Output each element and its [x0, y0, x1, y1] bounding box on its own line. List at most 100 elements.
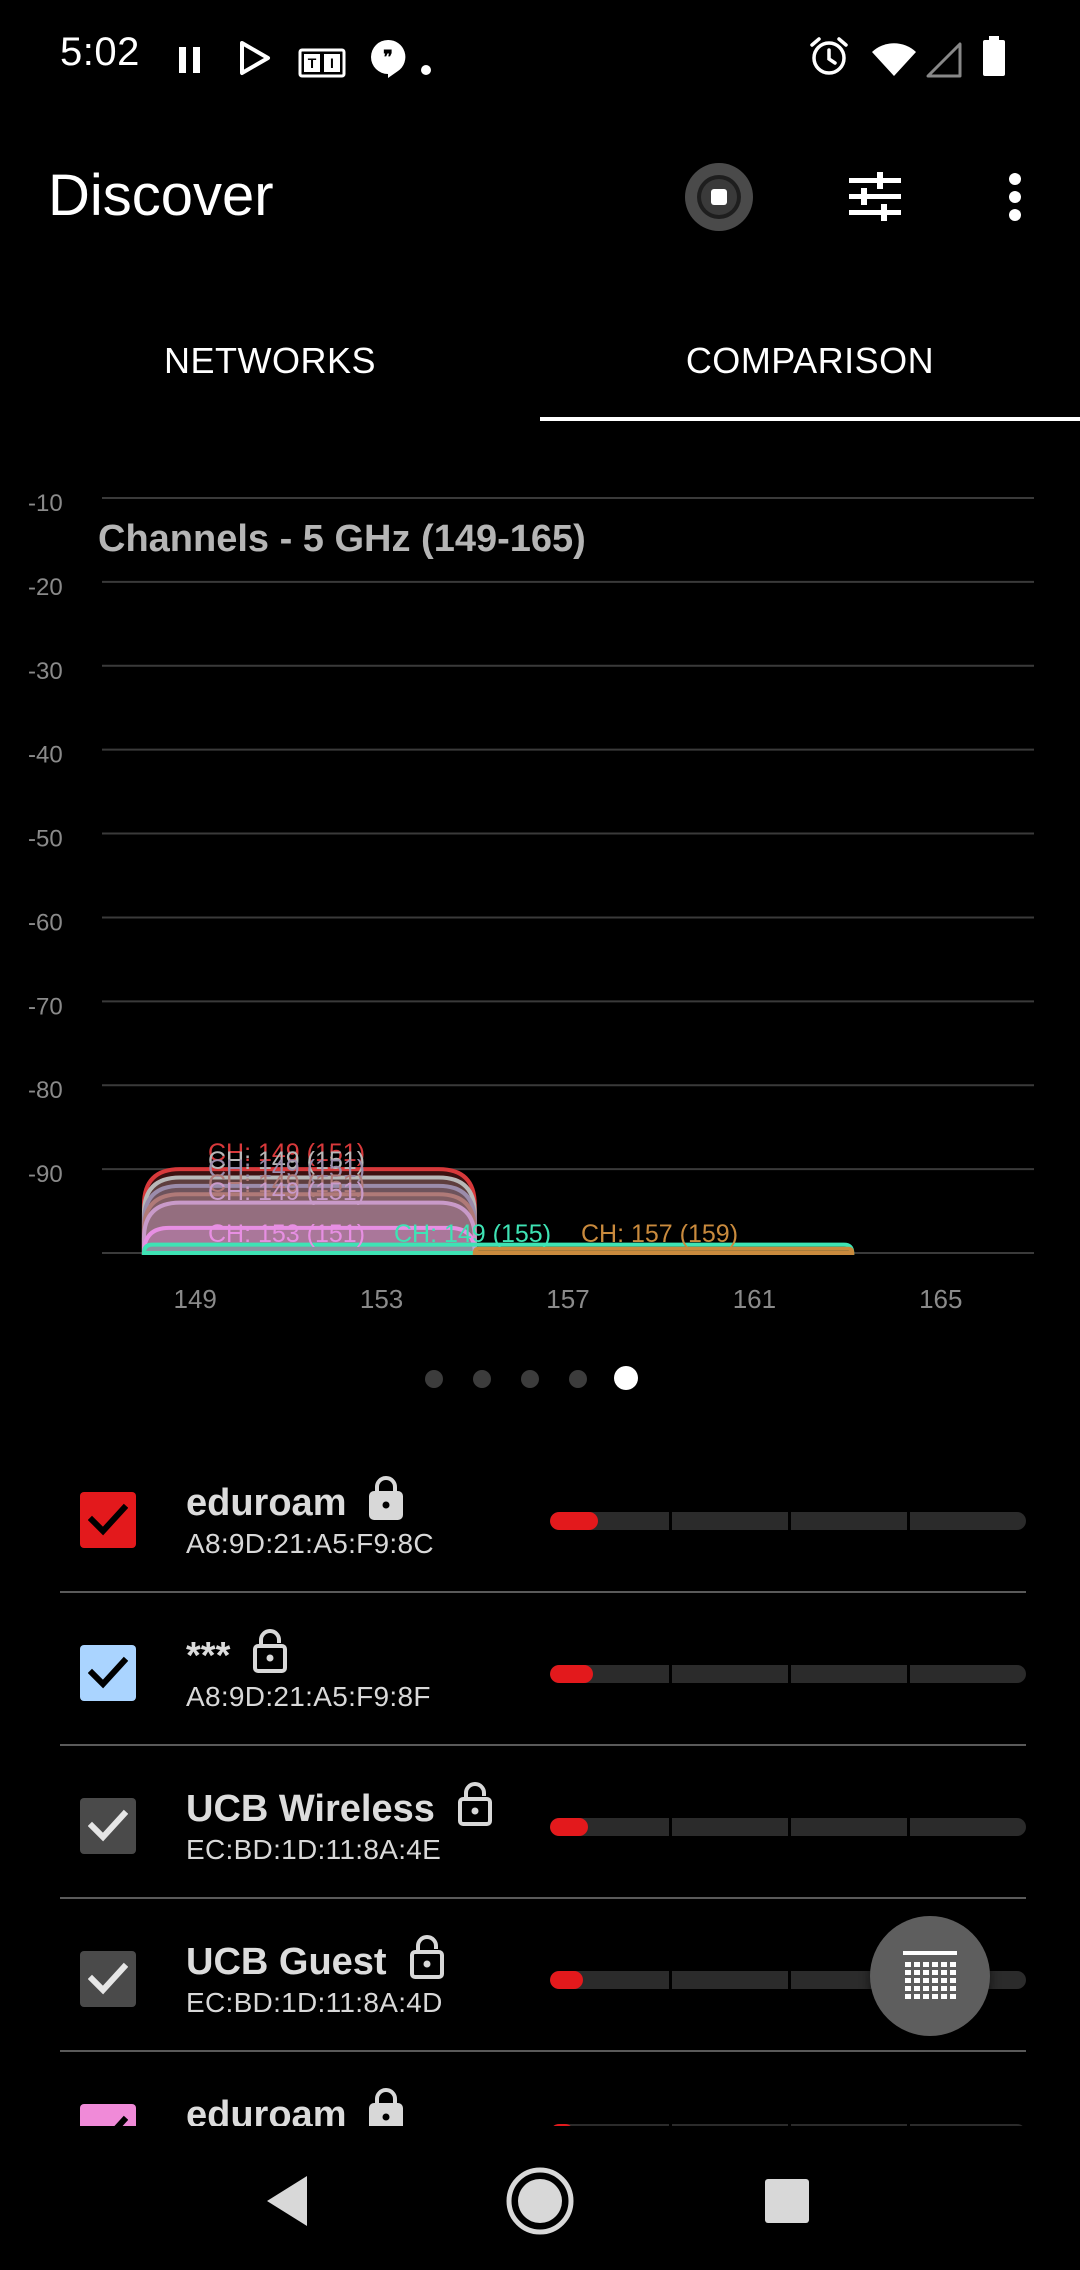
network-row[interactable]: eduroam A8:9D:21:A5:F9:8C	[60, 1440, 1026, 1593]
signal-segment-divider	[669, 1818, 672, 1836]
ssid-text: eduroam	[186, 1481, 347, 1524]
ssid-text: ***	[186, 1634, 231, 1677]
page-dot[interactable]	[473, 1370, 491, 1388]
y-tick-label: -40	[28, 742, 63, 769]
signal-segment-divider	[907, 1818, 910, 1836]
x-tick-label: 149	[174, 1284, 217, 1314]
back-button[interactable]	[242, 2156, 332, 2246]
lock-icon	[368, 2088, 404, 2126]
page-title: Discover	[48, 163, 274, 228]
network-bssid: A8:9D:21:A5:F9:8C	[186, 1528, 434, 1559]
recents-button[interactable]	[742, 2156, 832, 2246]
network-checkbox[interactable]	[80, 1951, 136, 2007]
page-dot[interactable]	[521, 1370, 539, 1388]
page-dot[interactable]	[569, 1370, 587, 1388]
tab-comparison[interactable]: COMPARISON	[540, 300, 1080, 422]
grid-cell	[914, 1962, 920, 1967]
network-bssid: EC:BD:1D:11:8A:4E	[186, 1834, 442, 1865]
alarm-icon	[810, 37, 848, 75]
signal-strength-bar	[550, 1818, 1026, 1836]
grid-cell	[923, 1978, 929, 1983]
x-tick-label: 161	[733, 1284, 776, 1314]
grid-cell	[914, 1986, 920, 1991]
channel-chart-svg: -10 -20 -30 -40 -50 -60 -70 -80 -90 149 153 157 161 1…	[28, 490, 1034, 1314]
lock-open-icon	[252, 1629, 288, 1683]
grid-cell	[905, 1970, 911, 1975]
channel-series-label: CH: 153 (151)	[208, 1220, 365, 1248]
signal-segment-divider	[669, 1512, 672, 1530]
grid-cell	[905, 1994, 911, 1999]
filter-button[interactable]	[830, 152, 920, 242]
notification-dot-icon	[421, 65, 431, 75]
ssid-text: UCB Wireless	[186, 1787, 435, 1830]
channel-grid-icon	[903, 1951, 957, 1999]
network-checkbox[interactable]	[80, 1492, 136, 1548]
network-checkbox[interactable]	[80, 1645, 136, 1701]
news-icon: TI	[298, 48, 346, 78]
x-tick-label: 153	[360, 1284, 403, 1314]
filter-sliders-icon	[849, 172, 901, 221]
signal-segment-divider	[669, 1665, 672, 1683]
signal-segment-divider	[788, 1971, 791, 1989]
lock-open-icon	[409, 1935, 445, 1989]
grid-cell	[914, 1994, 920, 1999]
app-bar: Discover	[0, 130, 1080, 260]
channel-series-shape	[472, 1246, 855, 1255]
network-ssid: eduroam	[186, 2088, 404, 2126]
signal-strength-fill	[550, 1665, 593, 1683]
grid-cell	[950, 1970, 956, 1975]
y-tick-label: -70	[28, 993, 63, 1020]
signal-strength-fill	[550, 1971, 584, 1989]
y-tick-label: -20	[28, 574, 63, 601]
channel-series-label: CH: 149 (155)	[394, 1220, 551, 1248]
signal-strength-fill	[550, 1818, 589, 1836]
network-row[interactable]: *** A8:9D:21:A5:F9:8F	[60, 1593, 1026, 1746]
signal-strength-bar	[550, 1512, 1026, 1530]
grid-cell	[923, 1994, 929, 1999]
grid-cell	[932, 1962, 938, 1967]
grid-cell	[941, 1994, 947, 1999]
grid-cell	[914, 1970, 920, 1975]
lock-open-icon	[457, 1782, 493, 1836]
y-tick-label: -30	[28, 658, 63, 685]
network-row[interactable]: UCB Wireless EC:BD:1D:11:8A:4E	[60, 1746, 1026, 1899]
signal-segment-divider	[669, 1971, 672, 1989]
chart-title: Channels - 5 GHz (149-165)	[98, 518, 586, 560]
home-button[interactable]	[495, 2156, 585, 2246]
grid-cell	[950, 1994, 956, 1999]
network-ssid: eduroam	[186, 1476, 404, 1530]
play-icon	[240, 41, 270, 75]
page-indicator	[0, 1366, 1080, 1394]
wifi-icon	[872, 43, 916, 76]
channel-rating-fab[interactable]	[870, 1916, 990, 2036]
network-bssid: EC:BD:1D:11:8A:4D	[186, 1987, 443, 2018]
more-options-button[interactable]	[970, 152, 1060, 242]
stop-scan-icon	[685, 163, 753, 231]
svg-text:T: T	[308, 55, 317, 71]
network-checkbox[interactable]	[80, 1798, 136, 1854]
grid-cell	[932, 1994, 938, 1999]
grid-cell	[923, 1962, 929, 1967]
battery-icon	[983, 36, 1005, 76]
stop-scan-button[interactable]	[674, 152, 764, 242]
grid-cell	[905, 1986, 911, 1991]
network-row[interactable]: eduroam	[60, 2052, 1026, 2126]
check-icon	[88, 1656, 128, 1689]
network-ssid: UCB Wireless	[186, 1782, 493, 1836]
page-dot[interactable]	[425, 1370, 443, 1388]
signal-strength-fill	[550, 1512, 598, 1530]
grid-cell	[941, 1978, 947, 1983]
grid-cell	[905, 1978, 911, 1983]
svg-text:❞: ❞	[383, 47, 393, 67]
check-icon	[88, 1503, 128, 1536]
network-checkbox[interactable]	[80, 2104, 136, 2126]
cell-signal-icon	[926, 42, 962, 78]
tab-networks[interactable]: NETWORKS	[0, 300, 540, 422]
grid-cell	[923, 1986, 929, 1991]
grid-cell	[932, 1978, 938, 1983]
grid-cell	[941, 1970, 947, 1975]
page-dot[interactable]	[614, 1366, 638, 1390]
signal-segment-divider	[788, 1665, 791, 1683]
check-icon	[88, 1809, 128, 1842]
check-icon	[88, 1962, 128, 1995]
